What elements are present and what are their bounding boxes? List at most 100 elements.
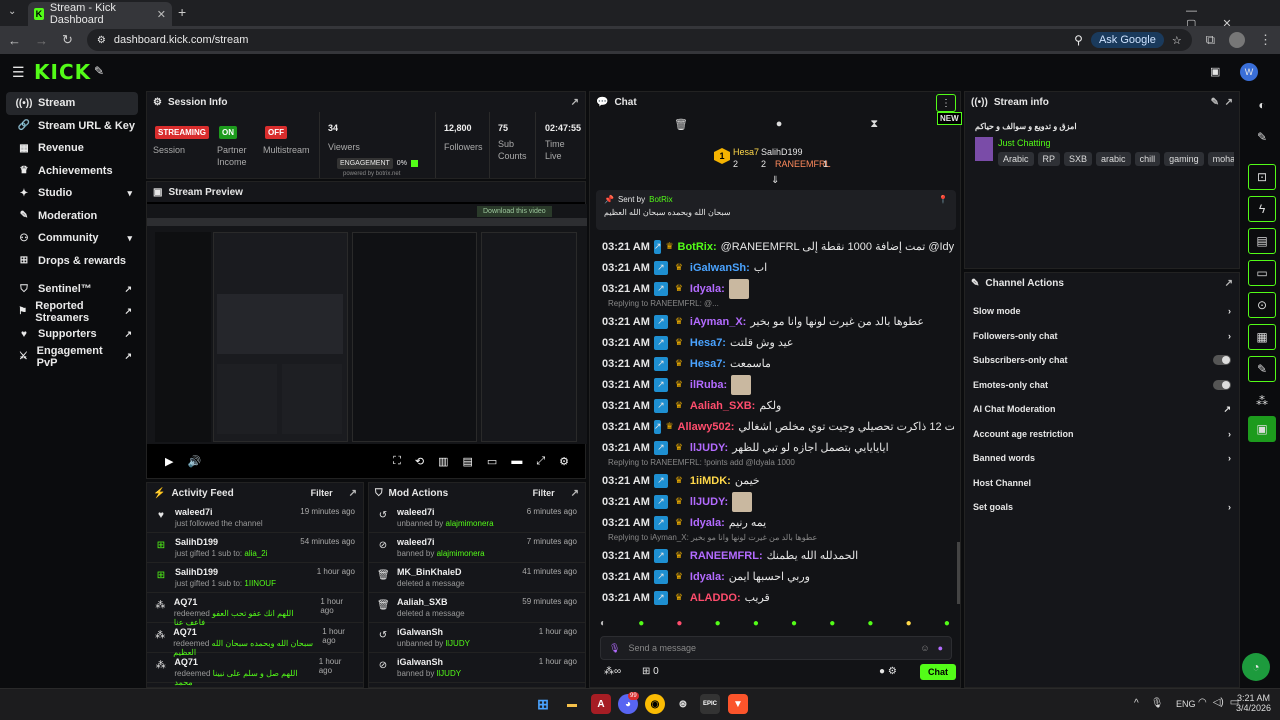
feed-row[interactable]: ⁂ AQ71 redeemed اللهم صل و سلم على نبينا م… xyxy=(147,653,363,687)
feed-username[interactable]: AQ71 xyxy=(173,627,314,637)
language-indicator[interactable]: ENG xyxy=(1176,699,1196,709)
chevron-right-icon[interactable]: › xyxy=(1228,502,1231,512)
system-tray[interactable]: ^ 🎙 xyxy=(1134,698,1163,709)
user-avatar[interactable]: W xyxy=(1240,63,1258,81)
chat-username[interactable]: iGalwanSh: xyxy=(690,262,750,274)
pinned-message[interactable]: 📌 Sent by BotRix 📍 سبحان الله وبحمده سبحان … xyxy=(596,190,956,230)
points-icon[interactable]: ⁂∞ xyxy=(604,666,621,677)
feed-row[interactable]: ↺ waleed7i unbanned by alajmimonera 6 minut… xyxy=(369,503,585,533)
feed-row[interactable]: ⊘ iGalwanSh banned by llJUDY 1 hour ago xyxy=(369,653,585,683)
feed-username[interactable]: iGalwanSh xyxy=(397,657,461,667)
trash-icon[interactable]: 🗑 xyxy=(674,118,688,136)
feed-username[interactable]: Aaliah_SXB xyxy=(397,597,465,607)
feed-username[interactable]: AQ71 xyxy=(174,597,312,607)
close-tab-icon[interactable]: ✕ xyxy=(157,8,166,21)
rail-studio-icon[interactable]: ▦ xyxy=(1248,324,1276,350)
chat-message[interactable]: 03:21 AM ↗ ♛ iGalwanSh: اب xyxy=(590,257,954,278)
hourglass-icon[interactable]: ⧗ xyxy=(870,118,878,136)
sidebar-item-sentinel[interactable]: ⛉ Sentinel™ ↗ xyxy=(6,278,138,301)
popout-icon[interactable]: ↗ xyxy=(571,488,579,499)
kick-logo[interactable]: KICK xyxy=(34,60,91,84)
zoom-search-icon[interactable]: ⚲ xyxy=(1074,33,1083,47)
feed-row[interactable]: ⊞ SalihD199 just gifted 1 sub to: 1IINOUF 1… xyxy=(147,563,363,593)
chat-username[interactable]: 1iiMDK: xyxy=(690,475,731,487)
chat-bubble-icon[interactable]: ● xyxy=(776,118,783,136)
feed-row[interactable]: ⁂ AQ71 redeemed اللهم انك عفو تحب العفو فا… xyxy=(147,593,363,627)
ask-google-button[interactable]: Ask Google xyxy=(1090,32,1164,48)
back-icon[interactable]: ← xyxy=(8,33,21,48)
rail-settings-icon[interactable]: ◐ xyxy=(1248,92,1276,118)
play-icon[interactable]: ▶ xyxy=(165,455,173,468)
rail-target-icon[interactable]: ⊡ xyxy=(1248,164,1276,190)
category-name[interactable]: Just Chatting xyxy=(998,138,1051,148)
sidebar-item-drops[interactable]: ⊞ Drops & rewards xyxy=(6,250,138,273)
profile-avatar[interactable] xyxy=(1229,32,1245,48)
chat-message[interactable]: 03:21 AM↗♛ Allawy502:انا صامل صحيت 12 ذاك… xyxy=(590,416,954,437)
chat-menu-button[interactable]: ⋮ xyxy=(936,94,956,112)
chat-input-box[interactable]: 🎙 Send a message ☺ ● xyxy=(600,636,952,660)
windows-start-icon[interactable]: ⊞ xyxy=(533,694,553,714)
chat-username[interactable]: ALADDO: xyxy=(690,592,741,604)
clock[interactable]: 3:21 AM 3/4/2026 xyxy=(1236,693,1271,713)
volume-icon[interactable]: ◁) xyxy=(1213,697,1224,708)
brave-icon[interactable]: ▼ xyxy=(728,694,748,714)
sidebar-item-reported[interactable]: ⚑ Reported Streamers ↗ xyxy=(6,300,138,324)
file-explorer-icon[interactable]: ▬ xyxy=(562,694,582,714)
feed-username[interactable]: waleed7i xyxy=(397,537,485,547)
channel-action-row[interactable]: Followers-only chat › xyxy=(965,324,1239,349)
mic-icon[interactable]: 🎙 xyxy=(1151,698,1164,709)
chat-message[interactable]: 03:21 AM ↗ ♛ Idyala: يمه رنيم xyxy=(590,512,954,533)
feed-username[interactable]: waleed7i xyxy=(175,507,263,517)
gifter-name[interactable]: Hesa7 xyxy=(733,147,759,157)
bookmark-star-icon[interactable]: ☆ xyxy=(1172,34,1182,47)
feed-row[interactable]: ⁂ AQ71 redeemed سبحان الله وبحمده سبحان ال… xyxy=(147,623,363,657)
chevron-right-icon[interactable]: › xyxy=(1228,453,1231,463)
fullscreen-icon[interactable]: ⤢ xyxy=(536,455,545,468)
chat-settings-icon[interactable]: ● ⚙ xyxy=(879,666,897,677)
acrobat-icon[interactable]: A xyxy=(591,694,611,714)
wifi-icon[interactable]: ◠ xyxy=(1198,697,1207,708)
feed-row[interactable]: ⊞ SalihD199 just gifted 1 sub to: alia_2i 5… xyxy=(147,533,363,563)
wallet-icon[interactable]: ▣ xyxy=(1210,65,1220,78)
browser-tab[interactable]: K Stream - Kick Dashboard ✕ xyxy=(28,2,172,26)
sidebar-item-engagement-pvp[interactable]: ⚔ Engagement PvP ↗ xyxy=(6,345,138,369)
chat-username[interactable]: Aaliah_SXB: xyxy=(690,400,755,412)
feed-row[interactable]: ♥ waleed7i just followed the channel 19 mi… xyxy=(147,503,363,533)
tray-icons[interactable]: ◠ ◁) ▭ xyxy=(1198,697,1239,708)
feed-username[interactable]: AQ71 xyxy=(174,657,310,667)
chat-username[interactable]: llJUDY: xyxy=(690,442,728,454)
rail-broadcast-icon[interactable]: ⊙ xyxy=(1248,292,1276,318)
feed-username[interactable]: iGalwanSh xyxy=(397,627,470,637)
gifter-name[interactable]: SalihD199 xyxy=(761,147,803,157)
channel-action-row[interactable]: Slow mode › xyxy=(965,299,1239,324)
expand-gifters-icon[interactable]: ⇓ xyxy=(771,175,779,186)
preview-video[interactable]: Download this video xyxy=(147,204,587,444)
chart-icon[interactable]: ▥ xyxy=(438,455,448,468)
chat-username[interactable]: RANEEMFRL: xyxy=(690,550,763,562)
emote-icon[interactable]: ◐ xyxy=(600,618,606,629)
chat-username[interactable]: Idyala: xyxy=(690,571,725,583)
url-field[interactable]: ⚙ dashboard.kick.com/stream ⚲ Ask Google… xyxy=(86,29,1192,51)
epic-games-icon[interactable]: EPIC xyxy=(700,694,720,714)
rail-wrench-icon[interactable]: ✎ xyxy=(1248,356,1276,382)
mic-icon[interactable]: 🎙 xyxy=(609,643,620,654)
stream-tag[interactable]: SXB xyxy=(1064,152,1093,166)
chat-message[interactable]: 03:21 AM ↗ ♛ llJUDY: ايايايايي بتصمل اجازه ل… xyxy=(590,437,954,458)
emote-icon[interactable]: ● xyxy=(676,618,682,629)
chevron-right-icon[interactable]: › xyxy=(1228,306,1231,316)
toggle-switch[interactable] xyxy=(1213,355,1231,366)
stream-tag[interactable]: RP xyxy=(1037,152,1061,166)
emote-icon[interactable]: ● xyxy=(791,618,797,629)
emote-icon[interactable]: ● xyxy=(715,618,721,629)
tab-search-icon[interactable]: ⌄ xyxy=(8,6,16,17)
edit-icon[interactable]: ✎ ↗ xyxy=(1211,97,1233,108)
chat-message[interactable]: 03:21 AM ↗ ♛ llJUDY: xyxy=(590,491,954,512)
emote-icon[interactable]: ● xyxy=(906,618,912,629)
app-icon[interactable]: ⊛ xyxy=(673,694,693,714)
channel-action-row[interactable]: Host Channel xyxy=(965,471,1239,496)
sidebar-item-community[interactable]: ⚇ Community ▾ xyxy=(6,227,138,250)
feed-username[interactable]: SalihD199 xyxy=(175,537,268,547)
chat-message[interactable]: 03:21 AM ↗ ♛ ilRuba: xyxy=(590,374,954,395)
chat-username[interactable]: Idyala: xyxy=(690,283,725,295)
chat-message[interactable]: 03:21 AM ↗ ♛ Idyala: وربي احسبها ايمن xyxy=(590,566,954,587)
